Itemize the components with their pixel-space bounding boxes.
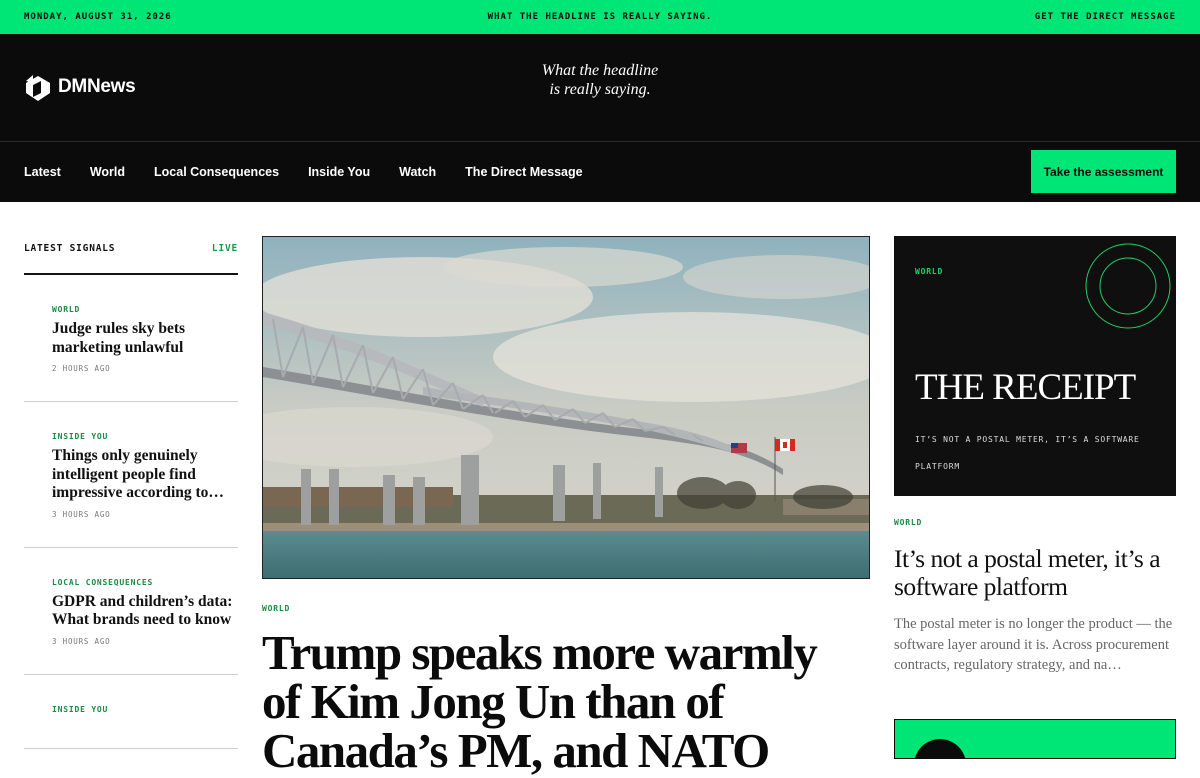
circle-icon [914,739,966,758]
top-slogan: WHAT THE HEADLINE IS REALLY SAYING. [487,12,713,22]
side-story-title[interactable]: It’s not a postal meter, it’s a software… [894,545,1184,601]
nav-item-watch[interactable]: Watch [399,165,436,179]
signal-item[interactable]: INSIDE YOU Things only genuinely intelli… [24,402,238,548]
hero-image[interactable] [262,236,870,579]
promo-category: WORLD [915,267,944,276]
lead-headline[interactable]: Trump speaks more warmly of Kim Jong Un … [262,628,862,775]
take-assessment-button[interactable]: Take the assessment [1031,150,1176,193]
tagline-line-2: is really saying. [549,81,651,98]
circle-target-icon [1085,243,1171,329]
green-promo-card[interactable] [894,719,1176,759]
signal-title[interactable]: Things only genuinely intelligent people… [52,447,238,503]
promo-subline: IT’S NOT A POSTAL METER, IT’S A SOFTWARE… [915,435,1140,471]
lead-category: WORLD [262,604,291,613]
nav-item-world[interactable]: World [90,165,125,179]
signal-title[interactable]: GDPR and children’s data: What brands ne… [52,593,238,630]
top-bar: MONDAY, AUGUST 31, 2026 WHAT THE HEADLIN… [0,0,1200,34]
promo-headline: THE RECEIPT [915,367,1136,408]
live-link[interactable]: LIVE [212,243,238,254]
signal-time: 3 HOURS AGO [52,636,111,646]
latest-signals: LATEST SIGNALS LIVE WORLD Judge rules sk… [24,236,238,749]
receipt-promo-card[interactable]: WORLD THE RECEIPT IT’S NOT A POSTAL METE… [894,236,1176,496]
main-nav: Latest World Local Consequences Inside Y… [0,142,1200,202]
tagline-line-1: What the headline [541,62,659,79]
side-story-category: WORLD [894,518,923,527]
masthead-tagline: What the headline is really saying. [0,61,1200,99]
signal-time: 3 HOURS AGO [52,509,111,519]
signal-category: INSIDE YOU [52,432,109,441]
current-date: MONDAY, AUGUST 31, 2026 [24,12,172,22]
nav-item-latest[interactable]: Latest [24,165,61,179]
signal-time: 2 HOURS AGO [52,364,111,373]
signal-item[interactable]: WORLD Judge rules sky bets marketing unl… [24,275,238,402]
nav-item-direct-message[interactable]: The Direct Message [465,165,582,179]
nav-item-local-consequences[interactable]: Local Consequences [154,165,279,179]
signals-title: LATEST SIGNALS [24,243,116,254]
masthead: DMNews What the headline is really sayin… [0,34,1200,142]
bridge-photo [263,237,869,578]
direct-message-link[interactable]: GET THE DIRECT MESSAGE [1035,12,1176,22]
signal-category: LOCAL CONSEQUENCES [52,577,154,587]
nav-items: Latest World Local Consequences Inside Y… [24,142,612,202]
signals-header: LATEST SIGNALS LIVE [24,236,238,275]
signal-category: WORLD [52,305,81,314]
nav-item-inside-you[interactable]: Inside You [308,165,370,179]
signal-item[interactable]: INSIDE YOU [24,675,238,749]
signal-item[interactable]: LOCAL CONSEQUENCES GDPR and children’s d… [24,548,238,675]
side-story-excerpt: The postal meter is no longer the produc… [894,616,1173,673]
signal-category: INSIDE YOU [52,704,109,714]
signal-title[interactable]: Judge rules sky bets marketing unlawful [52,320,238,357]
